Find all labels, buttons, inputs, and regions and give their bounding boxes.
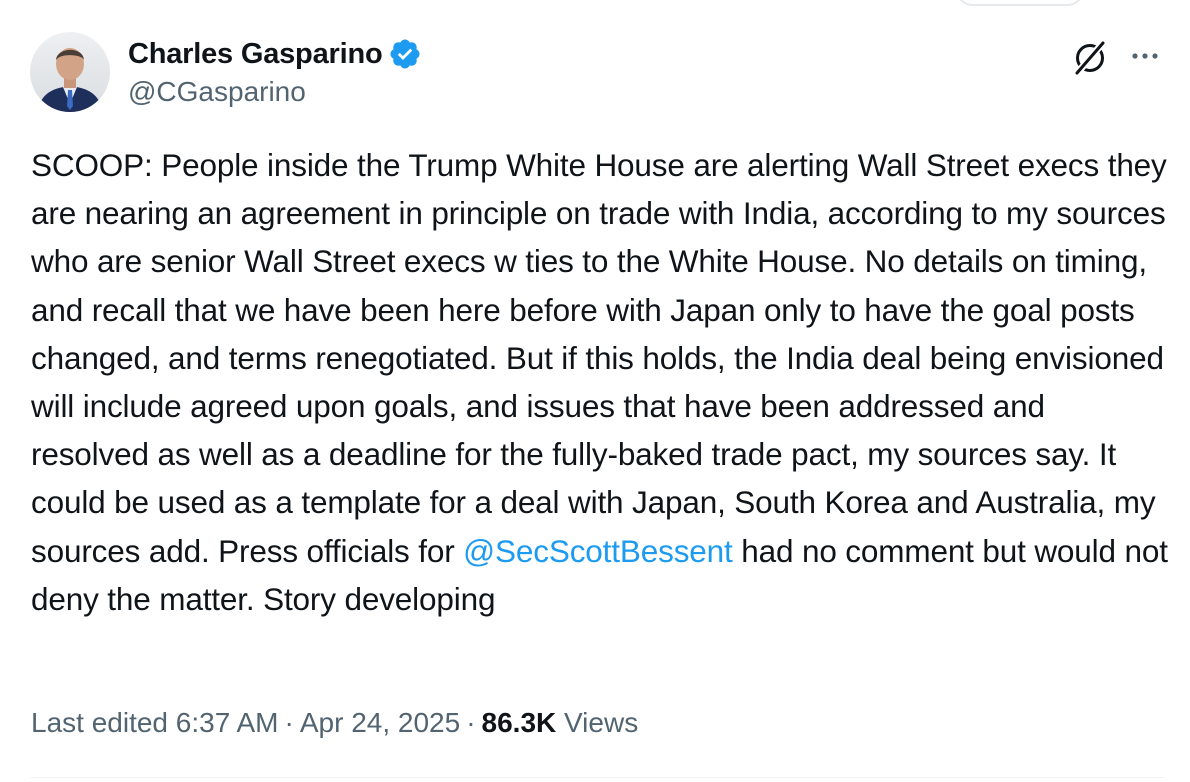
views-count[interactable]: 86.3K — [482, 707, 557, 738]
avatar[interactable] — [30, 32, 110, 112]
author-names: Charles Gasparino @CGasparino — [128, 34, 422, 108]
views-label: Views — [564, 707, 639, 738]
tweet-text-part-1: SCOOP: People inside the Trump White Hou… — [31, 147, 1167, 569]
mention-link[interactable]: @SecScottBessent — [463, 533, 733, 569]
top-pill-button-edge[interactable] — [955, 0, 1085, 6]
grok-icon[interactable] — [1070, 38, 1110, 78]
tweet-meta: Last edited 6:37 AM · Apr 24, 2025 · 86.3K V… — [31, 701, 638, 745]
meta-separator: · — [284, 707, 294, 738]
tweet-header: Charles Gasparino @CGasparino — [30, 32, 1165, 116]
divider — [30, 777, 1165, 778]
display-name[interactable]: Charles Gasparino — [128, 38, 383, 71]
verified-badge-icon[interactable] — [388, 37, 422, 71]
edited-time-link[interactable]: Last edited 6:37 AM — [31, 707, 279, 738]
meta-separator: · — [466, 707, 476, 738]
more-options-icon[interactable] — [1127, 40, 1163, 76]
tweet-text: SCOOP: People inside the Trump White Hou… — [31, 141, 1171, 623]
display-name-row: Charles Gasparino — [128, 34, 422, 74]
author-handle[interactable]: @CGasparino — [128, 76, 422, 108]
tweet-date[interactable]: Apr 24, 2025 — [300, 707, 460, 738]
